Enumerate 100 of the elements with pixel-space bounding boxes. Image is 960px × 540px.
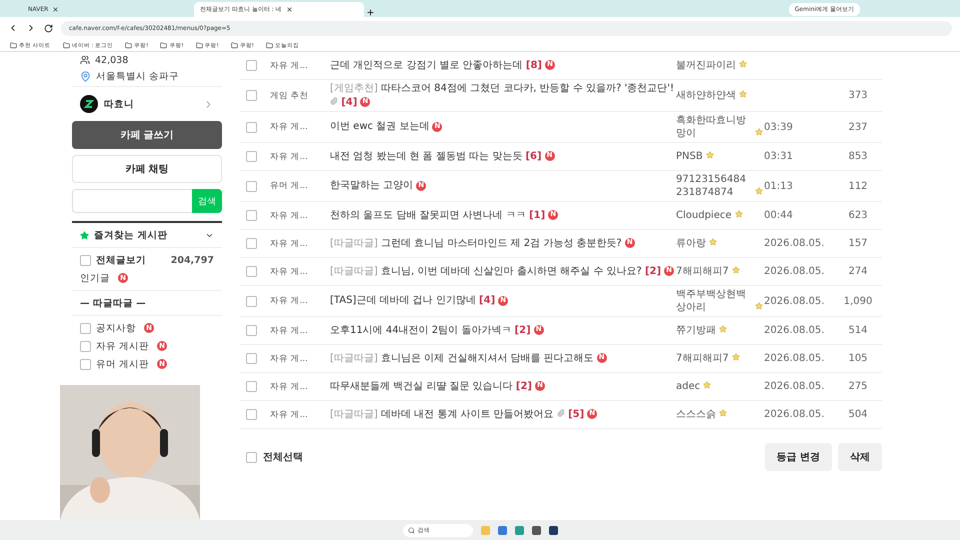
row-checkbox[interactable]	[246, 210, 257, 221]
row-checkbox[interactable]	[246, 266, 257, 277]
comment-count[interactable]: [4]	[479, 295, 496, 306]
board-name[interactable]: 게임 추천	[270, 90, 330, 102]
row-checkbox[interactable]	[246, 151, 257, 162]
star-icon	[706, 151, 714, 159]
post-title[interactable]: [따글따글] 그런데 효니님 마스터마인드 제 2검 가능성 충분한듯?	[330, 238, 622, 249]
board-name[interactable]: 자유 게...	[270, 352, 330, 364]
close-icon[interactable]	[286, 6, 293, 13]
comment-count[interactable]: [1]	[529, 210, 546, 221]
post-title[interactable]: 근데 개인적으로 강점기 별로 안좋아하는데	[330, 60, 523, 71]
folder-icon[interactable]	[230, 42, 238, 48]
reload-icon[interactable]	[44, 24, 53, 32]
view-count: 112	[847, 180, 869, 192]
comment-count[interactable]: [2]	[514, 324, 531, 336]
search-field[interactable]	[72, 189, 192, 213]
post-title[interactable]: 천하의 울프도 담배 잘못피면 사변나네 ㅋㅋ	[330, 210, 526, 221]
row-checkbox[interactable]	[246, 122, 257, 132]
row-checkbox[interactable]	[246, 381, 257, 392]
folder-icon[interactable]	[266, 42, 273, 48]
select-all-label[interactable]: 전체선택	[263, 450, 303, 464]
author-name[interactable]: adec	[676, 380, 700, 393]
row-checkbox[interactable]	[246, 353, 257, 364]
comment-count[interactable]: [5]	[568, 408, 584, 420]
post-title[interactable]: [따글따글] 효니님, 이번 데바데 신살인마 출시하면 해주실 수 있나요?	[330, 266, 642, 277]
row-checkbox[interactable]	[246, 60, 257, 71]
row-checkbox[interactable]	[246, 90, 257, 101]
star-icon	[732, 266, 740, 274]
chat-button[interactable]: 카페 채팅	[72, 155, 222, 183]
folder-icon[interactable]	[125, 42, 132, 48]
board-name[interactable]: 자유 게...	[270, 210, 330, 222]
comment-count[interactable]: [2]	[644, 266, 662, 277]
board-link[interactable]: 자유 게시판	[96, 340, 150, 352]
board-name[interactable]: 자유 게...	[270, 150, 330, 162]
author-name[interactable]: 흑화한따효니방망이	[676, 114, 752, 140]
board-name[interactable]: 자유 게...	[270, 266, 330, 278]
row-checkbox[interactable]	[246, 238, 257, 249]
post-title[interactable]: 한국말하는 고양이	[330, 180, 414, 192]
star-icon	[719, 409, 728, 417]
post-title[interactable]: [따글따글] 효니님은 이제 건실해지셔서 담배를 핀다고해도	[330, 352, 594, 364]
folder-icon[interactable]	[10, 42, 17, 48]
action-button[interactable]: 등급 변경	[764, 443, 832, 471]
post-date: 2026.08.05.	[764, 353, 826, 364]
post-title[interactable]: [따글따글] 데바데 내전 통계 사이트 만들어봤어요	[330, 408, 554, 420]
board-link[interactable]: 공지사항	[96, 322, 136, 334]
select-all-checkbox[interactable]	[246, 452, 257, 462]
post-title[interactable]: 내전 엄청 봤는데 현 폼 젤동범 따는 맞는듯	[330, 150, 522, 162]
star-icon	[739, 90, 748, 98]
board-name[interactable]: 자유 게...	[270, 324, 330, 336]
board-name[interactable]: 자유 게...	[270, 238, 330, 250]
board-link[interactable]: 유머 게시판	[96, 358, 150, 370]
folder-icon[interactable]	[62, 42, 70, 48]
board-name[interactable]: 자유 게...	[270, 121, 330, 133]
comment-count[interactable]: [2]	[516, 380, 532, 392]
comment-count[interactable]: [4]	[341, 96, 358, 108]
author-name[interactable]: 스스스슭	[676, 408, 716, 421]
row-checkbox[interactable]	[246, 296, 257, 306]
board-link[interactable]: 인기글	[80, 272, 110, 284]
members-icon	[80, 55, 90, 65]
author-name[interactable]: 7해피해피7	[676, 352, 729, 365]
board-name[interactable]: 자유 게...	[270, 408, 330, 420]
post-title[interactable]: [게임추천] 따타스코어 84점에 그쳤던 코다카, 반등할 수 있을까? '종천교단'!	[330, 83, 674, 94]
author-name[interactable]: 류아랑	[676, 237, 706, 250]
write-button[interactable]: 카페 글쓰기	[72, 121, 222, 149]
action-button[interactable]: 삭제	[838, 443, 882, 471]
author-name[interactable]: 쮸기방패	[676, 324, 716, 337]
view-count: 1,090	[842, 296, 874, 306]
author-name[interactable]: 7해피해피7	[676, 265, 729, 278]
folder-icon[interactable]	[196, 42, 203, 48]
post-title[interactable]: 오후11시에 44내전이 2팀이 돌아가넥ㅋ	[330, 324, 512, 336]
row-checkbox[interactable]	[246, 409, 257, 420]
author-name[interactable]: 불꺼진파이리	[676, 59, 736, 72]
comment-count[interactable]: [8]	[526, 60, 542, 71]
row-checkbox[interactable]	[246, 180, 257, 192]
location-pin-icon	[80, 70, 91, 82]
board-link[interactable]: 전체글보기	[96, 254, 146, 266]
star-icon	[709, 238, 718, 246]
board-name[interactable]: 자유 게...	[270, 60, 330, 72]
board-icon	[80, 254, 91, 266]
new-tab-icon[interactable]	[366, 8, 375, 17]
star-icon	[719, 325, 728, 333]
board-name[interactable]: 자유 게...	[270, 295, 330, 307]
folder-icon[interactable]	[160, 42, 168, 48]
row-checkbox[interactable]	[246, 325, 257, 336]
author-name[interactable]: PNSB	[676, 150, 703, 163]
search-icon[interactable]	[408, 526, 414, 534]
comment-count[interactable]: [6]	[525, 150, 542, 162]
author-name[interactable]: 백주부백상현백상아리	[676, 288, 752, 314]
author-name[interactable]: 새하얀하얀색	[676, 89, 736, 102]
post-title[interactable]: 따무새분들께 백건실 리땰 질문 있습니다	[330, 380, 513, 392]
board-name[interactable]: 자유 게...	[270, 380, 330, 392]
board-name[interactable]: 유머 게...	[270, 180, 330, 192]
close-icon[interactable]	[52, 6, 60, 13]
author-name[interactable]: 97123156484231874874	[676, 173, 752, 199]
author-name[interactable]: Cloudpiece	[676, 209, 732, 222]
cafe-name[interactable]: 따효니	[104, 98, 134, 110]
post-title[interactable]: [TAS]근데 데바데 겁나 인기많네	[330, 295, 476, 306]
post-title[interactable]: 이번 ewc 철권 보는데	[330, 121, 430, 132]
star-icon	[80, 230, 89, 240]
star-icon	[755, 187, 764, 195]
